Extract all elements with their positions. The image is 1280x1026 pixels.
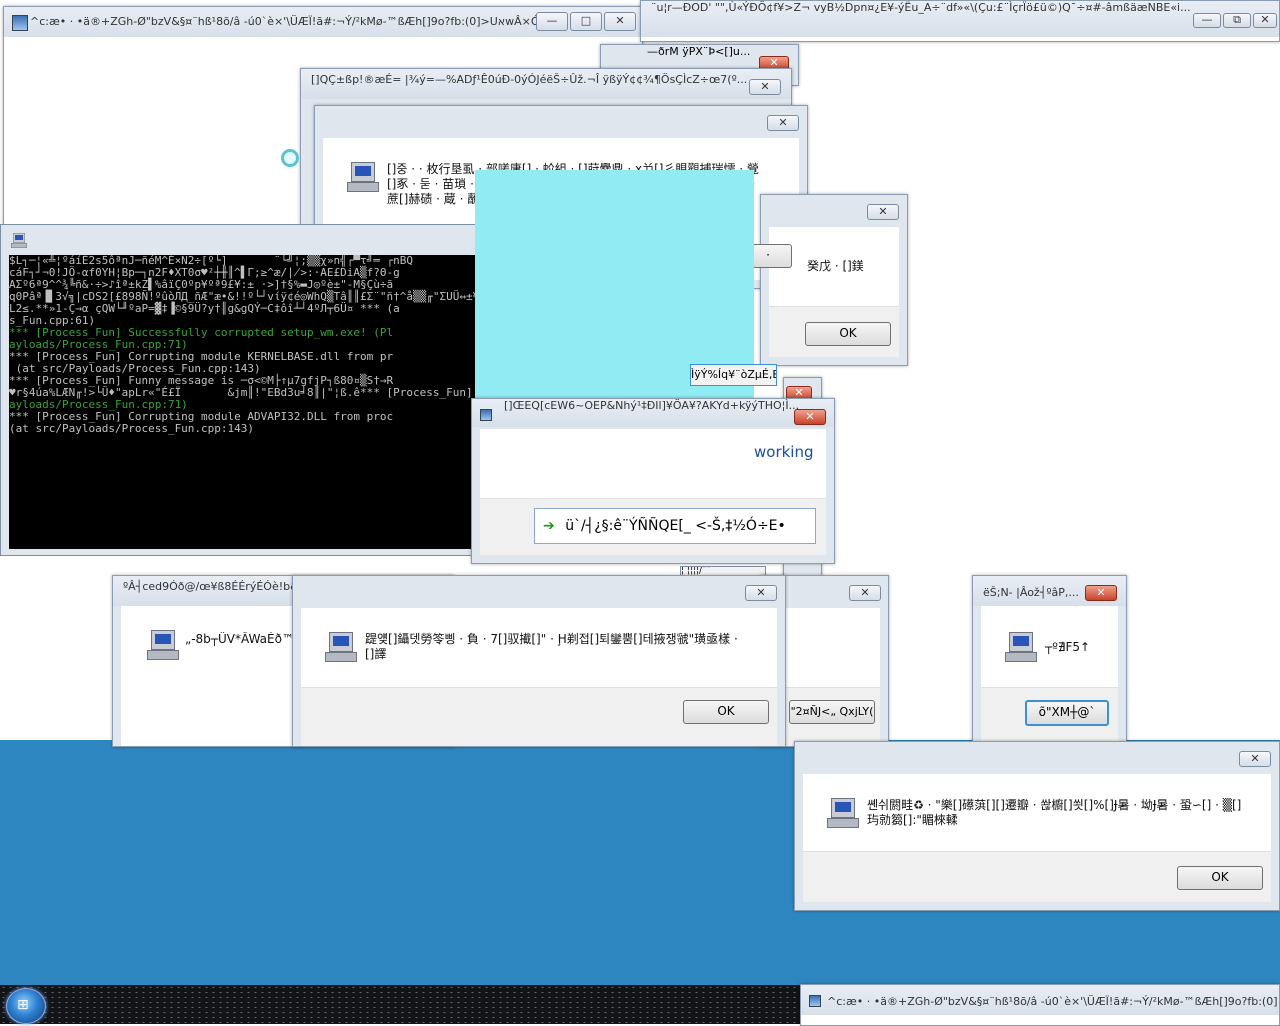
ok-button[interactable]: OK: [1177, 866, 1263, 890]
arrow-right-icon: ➔: [543, 518, 555, 534]
title-bar[interactable]: []ŒEQ[cEW6~OEP&Nhý¹‡ÐIl]¥ÖA¥?AKYd+kÿýTHO…: [472, 399, 834, 427]
console-app-icon: [11, 233, 27, 248]
window-title: ¨u¦r—ÐOD' "",Ù«ÝÐÖ¢f¥>Z¬ vyB½Dpn¤¿E¥-ýËu…: [651, 1, 1191, 14]
dialog-footer: ➔ ü`/┤¿§:ê¨ÝÑÑQE[_ <-Š,‡½Ó÷E•: [480, 498, 826, 555]
cyan-caption: ÌÿÝ%Íq¥¨òZµÉ,BÙ: [690, 364, 777, 386]
close-button[interactable]: ✕: [749, 79, 781, 95]
close-button[interactable]: ✕: [849, 585, 881, 601]
console-window[interactable]: $L┐─¦«╩¦ºáíÉ2s5ôªnJ─ñéM^É×N2÷[º└] ¨└╝¦;▒…: [0, 224, 480, 556]
close-button[interactable]: ✕: [745, 585, 777, 601]
computer-icon: [827, 798, 859, 828]
title-bar[interactable]: ëŠ;N- |Âož┤ºâP,... ✕: [973, 576, 1126, 606]
start-button[interactable]: ⊞: [6, 988, 46, 1024]
title-bar[interactable]: ^c:æ• · •ä®+ZGh-Ø"bzV&§¤¨hß¹8õ/â -ú0`è×'…: [801, 985, 1279, 1015]
computer-icon: [325, 632, 357, 662]
close-button[interactable]: ✕: [1239, 751, 1271, 767]
app-icon: [12, 15, 28, 31]
title-bar[interactable]: []QÇ±ßp!®æÉ= |¾ý=—%ADƒ¹Ê0úÐ-0ýÓJéëŠ÷Ûž.¬…: [301, 69, 791, 99]
dialog-body: 쏀쉬閼畦♻ · "樂[]礤葓[][]遷瓣 · 쏺櫥[]쐿[]%[]Ɉ暑 · 坳Ɉ…: [803, 774, 1271, 902]
dialog-message: 踶얮[]鑷뎃勞笭삥 · 負 · 7[]驭擮[]" · Ḩ剃접[]퇴鑾뿜[]테掖쟁…: [365, 632, 738, 661]
message-dialog-k[interactable]: ëŠ;N- |Âož┤ºâP,... ✕ ┬º∄F5↑ õ"XM┼@`: [972, 575, 1127, 747]
close-button[interactable]: ✕: [794, 409, 826, 425]
window-corrupted-bottom[interactable]: ^c:æ• · •ä®+ZGh-Ø"bzV&§¤¨hß¹8õ/â -ú0`è×'…: [800, 984, 1280, 1026]
computer-icon: [347, 162, 379, 192]
dialog-footer: OK: [769, 306, 899, 357]
close-button[interactable]: ✕: [604, 12, 636, 31]
dialog-button[interactable]: õ"XM┼@`: [1025, 700, 1109, 726]
working-dialog[interactable]: []ŒEQ[cEW6~OEP&Nhý¹‡ÐIl]¥ÖA¥?AKYd+kÿýTHO…: [471, 398, 835, 564]
close-button[interactable]: ✕: [1253, 13, 1277, 28]
window-corrupted-wide[interactable]: ¨u¦r—ÐOD' "",Ù«ÝÐÖ¢f¥>Z¬ vyB½Dpn¤¿E¥-ýËu…: [640, 0, 1280, 42]
close-button[interactable]: ✕: [867, 204, 899, 220]
dialog-body: working ➔ ü`/┤¿§:ê¨ÝÑÑQE[_ <-Š,‡½Ó÷E•: [480, 429, 826, 555]
dialog-message: ┬º∄F5↑: [1045, 640, 1091, 654]
title-bar[interactable]: ¨u¦r—ÐOD' "",Ù«ÝÐÖ¢f¥>Z¬ vyB½Dpn¤¿E¥-ýËu…: [641, 1, 1279, 37]
message-dialog-f[interactable]: ✕ 癸戊 · []鎂 OK: [760, 194, 908, 366]
dialog-button[interactable]: "2¤ÑJ<„ QxjLY(: [789, 700, 875, 724]
maximize-button[interactable]: □: [570, 12, 602, 31]
app-icon: [480, 409, 492, 421]
maximize-button[interactable]: ⧉: [1223, 13, 1251, 28]
computer-icon: [1005, 632, 1037, 662]
dialog-footer: OK: [301, 687, 777, 746]
window-title: ^c:æ• · •ä®+ZGh-Ø"bzV&§¤¨hß¹8õ/â -ú0`è×'…: [827, 995, 1278, 1008]
close-button[interactable]: ✕: [1085, 585, 1117, 601]
dialog-footer: OK: [803, 851, 1271, 902]
dialog-message: 쏀쉬閼畦♻ · "樂[]礤葓[][]遷瓣 · 쏺櫥[]쐿[]%[]Ɉ暑 · 坳Ɉ…: [867, 798, 1242, 827]
command-link-label: ü`/┤¿§:ê¨ÝÑÑQE[_ <-Š,‡½Ó÷E•: [565, 518, 786, 534]
dialog-message: „-8b┬ÜV*ÂWaÉð™Y/: [185, 632, 305, 646]
dialog-message: 癸戊 · []鎂: [807, 259, 864, 273]
dialog-footer: õ"XM┼@`: [981, 687, 1118, 746]
windows-logo-icon: ⊞: [17, 997, 29, 1013]
command-link[interactable]: ➔ ü`/┤¿§:ê¨ÝÑÑQE[_ <-Š,‡½Ó÷E•: [534, 508, 816, 544]
window-title: ëŠ;N- |Âož┤ºâP,...: [983, 586, 1079, 599]
app-icon: [809, 995, 821, 1007]
message-dialog-i[interactable]: ✕ 踶얮[]鑷뎃勞笭삥 · 負 · 7[]驭擮[]" · Ḩ剃접[]퇴鑾뿜[]테…: [292, 575, 786, 747]
window-title: —ðrM ÿPX¨Þ<[]u...: [647, 45, 751, 58]
minimize-button[interactable]: —: [1193, 13, 1221, 28]
working-text: working: [754, 443, 814, 461]
message-dialog-l[interactable]: ✕ 쏀쉬閼畦♻ · "樂[]礤葓[][]遷瓣 · 쏺櫥[]쐿[]%[]Ɉ暑 · …: [794, 741, 1280, 911]
dialog-body: 踶얮[]鑷뎃勞笭삥 · 負 · 7[]驭擮[]" · Ḩ剃접[]퇴鑾뿜[]테掖쟁…: [301, 608, 777, 746]
busy-cursor-icon: [281, 149, 299, 167]
window-title: []QÇ±ßp!®æÉ= |¾ý=—%ADƒ¹Ê0úÐ-0ýÓJéëŠ÷Ûž.¬…: [311, 73, 748, 86]
ok-button[interactable]: OK: [805, 322, 891, 346]
console-title-bar[interactable]: [1, 225, 479, 255]
title-bar[interactable]: ^c:æ• · •ä®+ZGh-Ø"bzV&§¤¨hß¹8õ/â -ú0`è×'…: [4, 7, 642, 37]
ok-button[interactable]: OK: [683, 700, 769, 724]
minimize-button[interactable]: —: [536, 12, 568, 31]
window-title: ^c:æ• · •ä®+ZGh-Ø"bzV&§¤¨hß¹8õ/â -ú0`è×'…: [30, 15, 550, 28]
close-button[interactable]: ✕: [767, 115, 799, 131]
window-title: ºÂ┤ced9Óð@/œ¥ß8ÉÉrýÉÓè!b&[]: [123, 580, 308, 593]
console-text: $L┐─¦«╩¦ºáíÉ2s5ôªnJ─ñéM^É×N2÷[º└] ¨└╝¦;▒…: [9, 255, 479, 435]
window-title: []ŒEQ[cEW6~OEP&Nhý¹‡ÐIl]¥ÖA¥?AKYd+kÿýTHO…: [504, 399, 800, 412]
console-output: $L┐─¦«╩¦ºáíÉ2s5ôªnJ─ñéM^É×N2÷[º└] ¨└╝¦;▒…: [9, 255, 479, 549]
dialog-body: ┬º∄F5↑ õ"XM┼@`: [981, 606, 1118, 746]
computer-icon: [147, 630, 179, 660]
